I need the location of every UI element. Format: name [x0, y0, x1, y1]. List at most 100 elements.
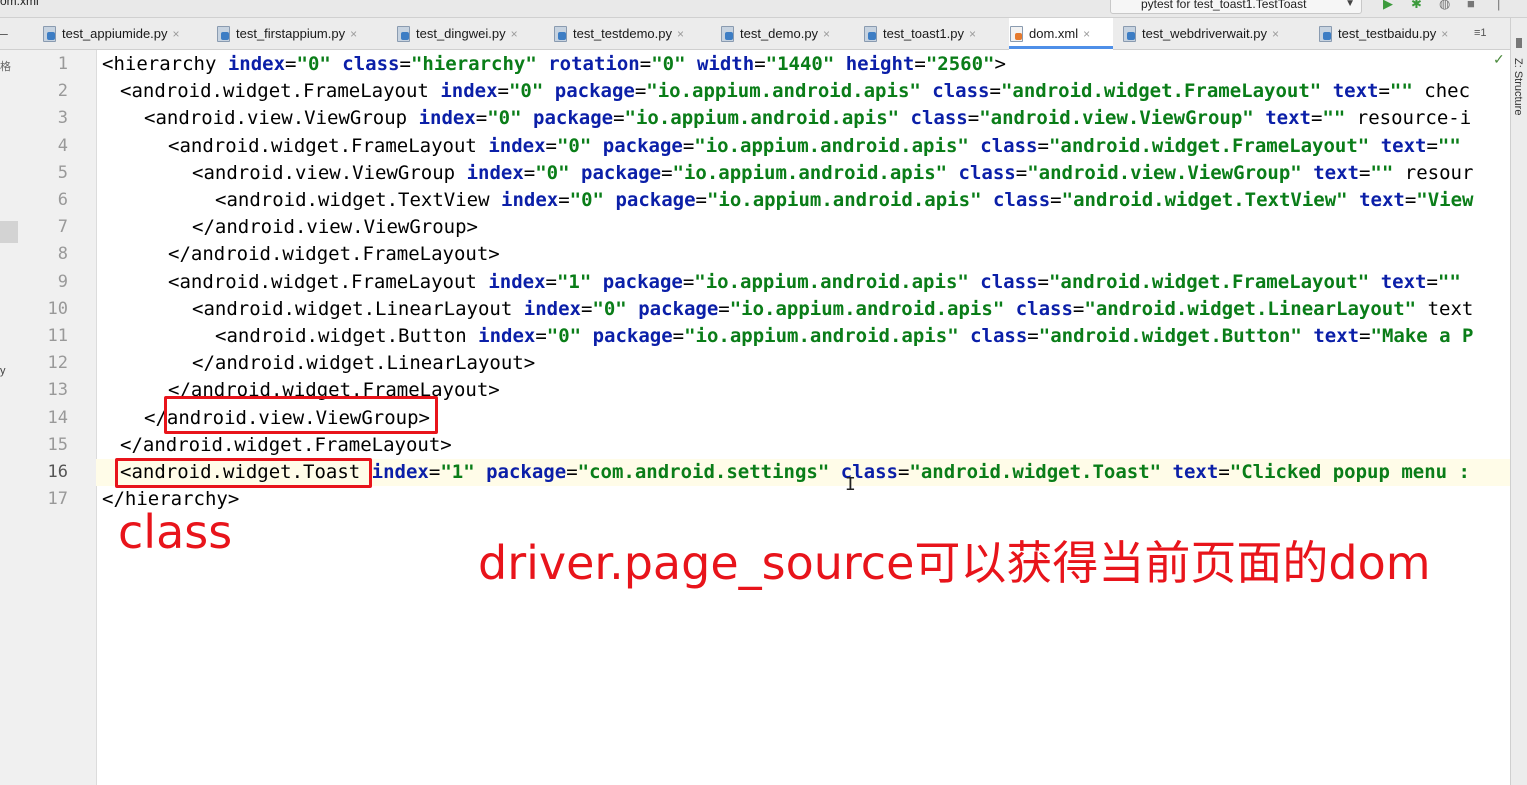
xml-attr-value: "io.appium.android.apis" [694, 134, 969, 157]
line-number-gutter[interactable]: 1 2 3 4 5 6 7 8 9 10 11 12 13 14 15 16 17 [20, 50, 97, 785]
code-line[interactable]: </android.widget.FrameLayout> [120, 432, 452, 459]
xml-tag-name: <hierarchy [102, 53, 217, 75]
tab-test_webdriverwait-py[interactable]: test_webdriverwait.py × [1122, 18, 1312, 49]
tab-label: test_appiumide.py [62, 26, 168, 41]
tab-dom-xml[interactable]: dom.xml × [1009, 18, 1113, 50]
code-line[interactable]: </android.view.ViewGroup> [192, 214, 478, 241]
window-title-strip: om.xml pytest for test_toast1.TestToast … [0, 0, 1527, 18]
xml-attr-name: width [696, 53, 755, 75]
xml-equals: = [1358, 161, 1371, 184]
tab-test_testbaidu-py[interactable]: test_testbaidu.py × [1318, 18, 1468, 49]
window-file-name: om.xml [0, 0, 39, 8]
close-icon[interactable]: × [511, 27, 518, 41]
xml-tag-name: <android.view.ViewGroup [144, 107, 408, 130]
more-icon[interactable]: | [1497, 0, 1500, 11]
xml-equals: = [475, 107, 488, 130]
line-number: 12 [47, 353, 68, 374]
xml-attr-value: "io.appium.android.apis" [694, 270, 969, 293]
xml-equals: = [1426, 270, 1438, 293]
xml-attr-name: class [958, 161, 1016, 184]
xml-attr-name: text [1172, 461, 1219, 483]
tab-test_dingwei-py[interactable]: test_dingwei.py × [396, 18, 548, 49]
xml-attr-name: text [1380, 134, 1427, 157]
xml-equals: = [1378, 80, 1390, 103]
line-number: 15 [47, 434, 68, 455]
code-line[interactable]: <android.widget.FrameLayout index="0" pa… [120, 78, 1470, 105]
xml-text: chec [1424, 80, 1471, 103]
debug-icon[interactable]: ✱ [1411, 0, 1422, 12]
tab-test_testdemo-py[interactable]: test_testdemo.py × [553, 18, 715, 49]
tab-test_firstappium-py[interactable]: test_firstappium.py × [216, 18, 388, 49]
xml-equals: = [718, 297, 730, 320]
run-config-dropdown[interactable]: pytest for test_toast1.TestToast ▼ [1110, 0, 1362, 14]
tab-test_demo-py[interactable]: test_demo.py × [720, 18, 858, 49]
xml-attr-value: "hierarchy" [410, 53, 537, 75]
scroll-tabs-left-icon[interactable]: – [0, 18, 8, 49]
xml-attr-name: index [418, 107, 476, 130]
xml-attr-name: text [1332, 80, 1379, 103]
tab-test_appiumide-py[interactable]: test_appiumide.py × [42, 18, 212, 49]
xml-attr-value: "" [1437, 270, 1461, 293]
xml-equals: = [1218, 461, 1230, 483]
xml-equals: = [754, 53, 766, 75]
xml-equals: = [545, 134, 557, 157]
xml-equals: = [566, 461, 578, 483]
code-line[interactable]: <hierarchy index="0" class="hierarchy" r… [102, 51, 1006, 78]
close-icon[interactable]: × [1083, 27, 1090, 41]
code-line[interactable]: <android.widget.LinearLayout index="0" p… [192, 296, 1473, 323]
line-number: 7 [57, 217, 68, 238]
xml-equals: = [399, 53, 411, 75]
close-icon[interactable]: × [350, 27, 357, 41]
xml-equals: = [682, 134, 695, 157]
left-strip-selection[interactable] [0, 221, 18, 243]
xml-attr-name: index [227, 53, 286, 75]
line-number: 3 [57, 108, 68, 129]
code-line[interactable]: </android.widget.LinearLayout> [192, 350, 535, 377]
xml-attr-value: "0" [651, 53, 686, 75]
tab-test_toast1-py[interactable]: test_toast1.py × [863, 18, 1003, 49]
xml-equals: = [989, 80, 1001, 103]
xml-attr-value: "0" [296, 53, 331, 75]
close-icon[interactable]: × [969, 27, 976, 41]
python-file-icon [553, 26, 567, 42]
close-icon[interactable]: × [1441, 27, 1448, 41]
xml-equals: = [682, 270, 695, 293]
xml-attr-value: "io.appium.android.apis" [706, 189, 982, 211]
python-file-icon [42, 26, 56, 42]
right-tool-strip: Z: Structure [1510, 18, 1527, 785]
xml-attr-value: "0" [556, 134, 592, 157]
inspection-ok-icon[interactable]: ✓ [1493, 51, 1505, 68]
xml-attr-name: package [592, 325, 673, 347]
xml-attr-value: "0" [535, 161, 570, 184]
xml-equals: = [285, 53, 297, 75]
xml-equals: = [897, 461, 910, 483]
line-number: 5 [57, 162, 68, 183]
xml-attr-name: index [488, 134, 546, 157]
tab-label: test_testdemo.py [573, 26, 672, 41]
code-line[interactable]: <android.widget.FrameLayout index="0" pa… [168, 133, 1461, 160]
code-line[interactable]: </android.widget.FrameLayout> [168, 241, 500, 268]
run-icon[interactable]: ▶ [1383, 0, 1393, 12]
code-line[interactable]: <android.widget.Button index="0" package… [215, 323, 1473, 350]
stop-icon[interactable]: ■ [1467, 0, 1475, 11]
xml-tag-name: </android.widget.LinearLayout [192, 352, 524, 375]
close-icon[interactable]: × [1272, 27, 1279, 41]
code-line[interactable]: <android.widget.TextView index="0" packa… [215, 187, 1473, 214]
code-line[interactable]: <android.widget.FrameLayout index="1" pa… [168, 269, 1461, 296]
xml-attr-value: "1" [556, 270, 592, 293]
structure-panel-button[interactable]: Z: Structure [1512, 58, 1524, 115]
annotation-note: driver.page_source可以获得当前页面的dom [478, 536, 1431, 590]
close-icon[interactable]: × [677, 27, 684, 41]
line-number: 4 [57, 135, 68, 156]
xml-text: resour [1404, 161, 1474, 184]
xml-equals: = [1037, 134, 1049, 157]
xml-attr-value: "1" [440, 461, 475, 483]
tab-overflow-button[interactable]: ≡1 [1474, 18, 1487, 49]
close-icon[interactable]: × [823, 27, 830, 41]
close-icon[interactable]: × [173, 27, 180, 41]
code-line[interactable]: <android.view.ViewGroup index="0" packag… [144, 105, 1471, 132]
python-file-icon [216, 26, 230, 42]
coverage-icon[interactable]: ◍ [1439, 0, 1450, 12]
xml-attr-value: "" [1370, 161, 1394, 184]
code-line[interactable]: <android.view.ViewGroup index="0" packag… [192, 160, 1473, 187]
